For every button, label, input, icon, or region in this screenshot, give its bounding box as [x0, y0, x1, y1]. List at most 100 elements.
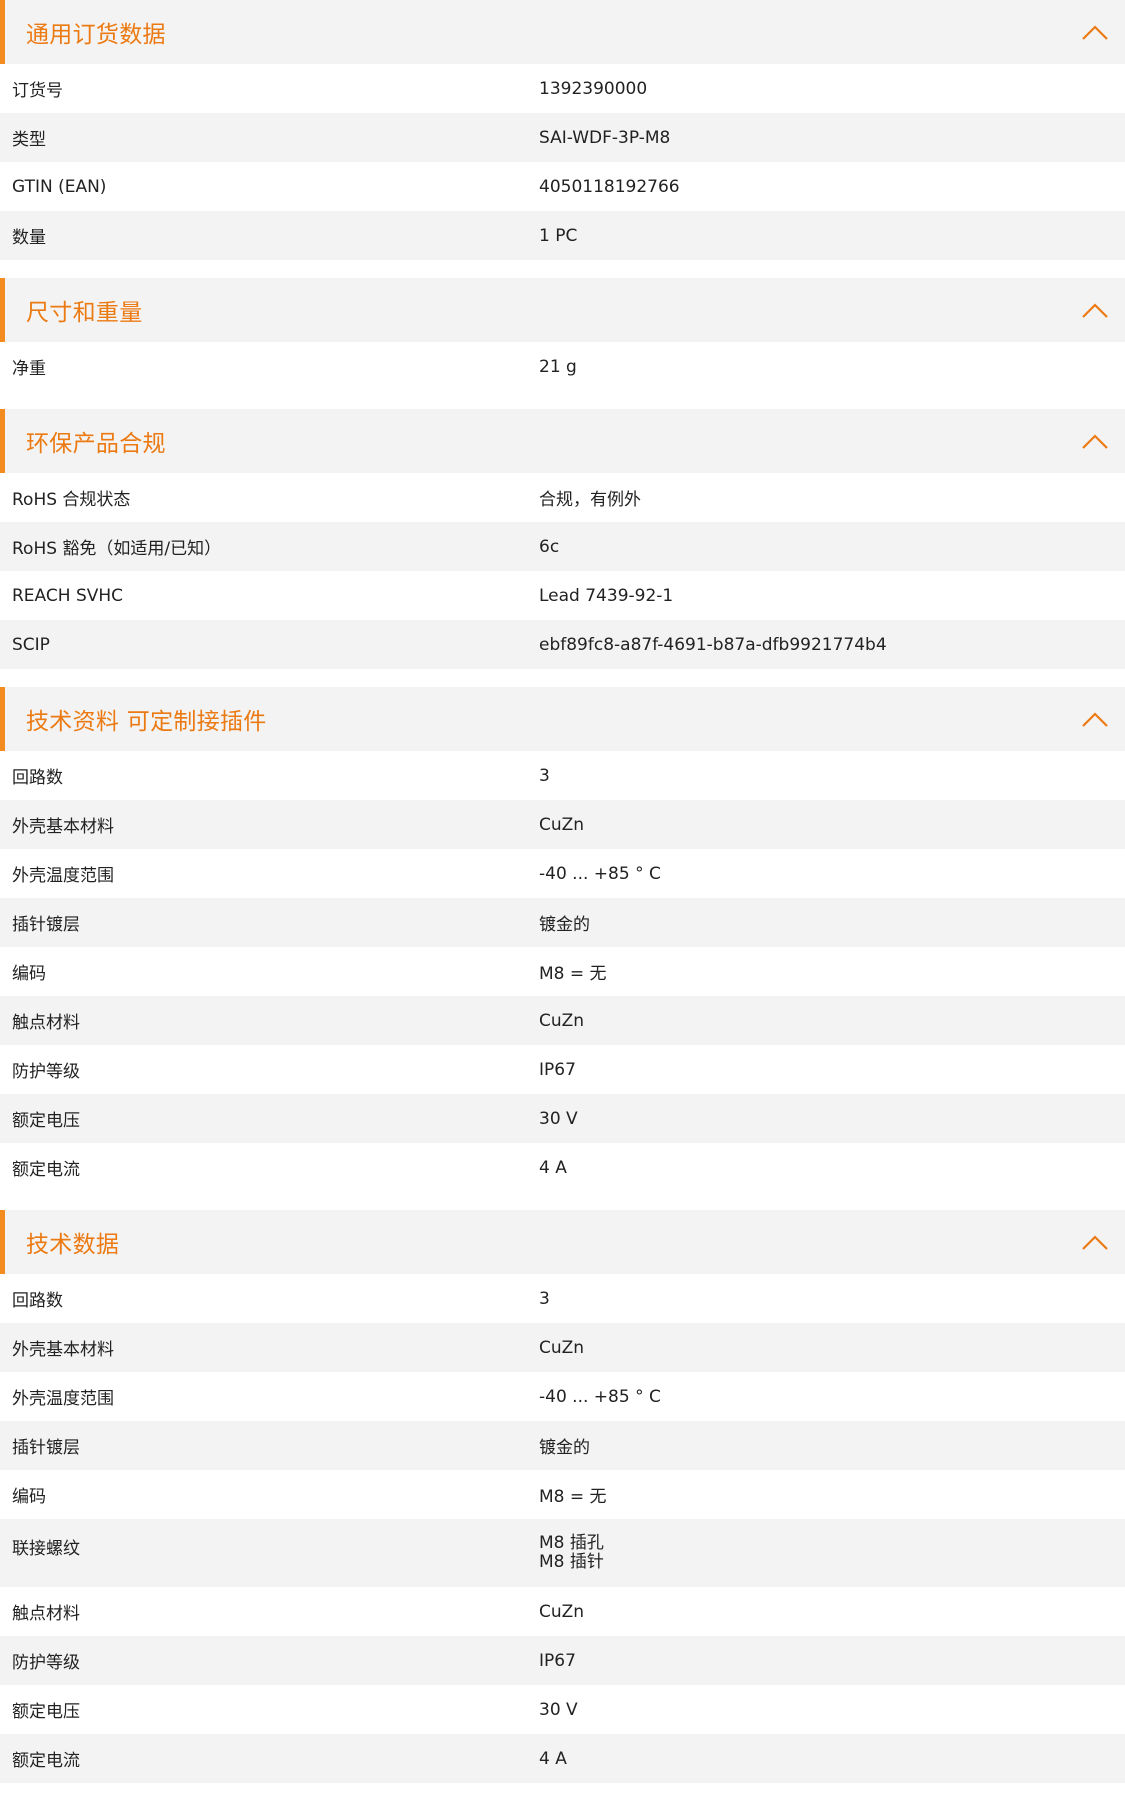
- section-dimensions-weight: 尺寸和重量 净重 21 g: [0, 278, 1125, 391]
- section-general-ordering: 通用订货数据 订货号 1392390000 类型 SAI-WDF-3P-M8 GTI…: [0, 0, 1125, 260]
- row-value: IP67: [539, 1059, 576, 1080]
- chevron-up-icon[interactable]: [1080, 23, 1110, 41]
- row-value: 4 A: [539, 1748, 567, 1769]
- row-label: 外壳基本材料: [12, 1340, 114, 1360]
- section-header[interactable]: 尺寸和重量: [0, 278, 1125, 342]
- row-value: 4050118192766: [539, 176, 680, 197]
- table-row: 防护等级 IP67: [0, 1636, 1125, 1685]
- table-row: 插针镀层 镀金的: [0, 1421, 1125, 1470]
- row-label: REACH SVHC: [12, 585, 124, 606]
- row-value: 3: [539, 1288, 550, 1309]
- table-row: GTIN (EAN) 4050118192766: [0, 162, 1125, 211]
- section-header[interactable]: 技术资料 可定制接插件: [0, 687, 1125, 751]
- row-value-line: M8 插孔: [539, 1533, 604, 1553]
- table-row: 额定电流 4 A: [0, 1143, 1125, 1192]
- chevron-up-icon[interactable]: [1080, 432, 1110, 450]
- table-row: 类型 SAI-WDF-3P-M8: [0, 113, 1125, 162]
- row-value-multiline: M8 插孔 M8 插针: [539, 1534, 1125, 1572]
- row-label: 订货号: [12, 81, 63, 101]
- row-value: 镀金的: [539, 915, 590, 935]
- row-label: 防护等级: [12, 1653, 80, 1673]
- row-label: 额定电流: [12, 1160, 80, 1180]
- table-row: 编码 M8 = 无: [0, 947, 1125, 996]
- row-value: CuZn: [539, 1601, 585, 1622]
- table-row: RoHS 合规状态 合规，有例外: [0, 473, 1125, 522]
- row-value: CuZn: [539, 1337, 585, 1358]
- section-title: 技术数据: [26, 1232, 120, 1258]
- row-label: 触点材料: [12, 1604, 80, 1624]
- row-label: 回路数: [12, 1291, 63, 1311]
- row-value: 30 V: [539, 1699, 578, 1720]
- row-label: 插针镀层: [12, 915, 80, 935]
- table-row: SCIP ebf89fc8-a87f-4691-b87a-dfb9921774b4: [0, 620, 1125, 669]
- row-label: 外壳基本材料: [12, 817, 114, 837]
- row-label: 额定电压: [12, 1702, 80, 1722]
- table-row: 插针镀层 镀金的: [0, 898, 1125, 947]
- row-value: 合规，有例外: [539, 490, 641, 510]
- table-row: 外壳温度范围 -40 ... +85 ° C: [0, 1372, 1125, 1421]
- table-row: 额定电流 4 A: [0, 1734, 1125, 1783]
- table-row: 回路数 3: [0, 751, 1125, 800]
- table-row: 外壳基本材料 CuZn: [0, 1323, 1125, 1372]
- row-value: M8 = 无: [539, 964, 607, 984]
- row-label: 触点材料: [12, 1013, 80, 1033]
- row-value: CuZn: [539, 1010, 585, 1031]
- row-label: 类型: [12, 130, 46, 150]
- section-title: 尺寸和重量: [26, 300, 143, 326]
- table-row: 联接螺纹 M8 插孔 M8 插针: [0, 1519, 1125, 1587]
- row-value: -40 ... +85 ° C: [539, 1386, 661, 1407]
- table-row: 额定电压 30 V: [0, 1094, 1125, 1143]
- table-row: 数量 1 PC: [0, 211, 1125, 260]
- table-row: 编码 M8 = 无: [0, 1470, 1125, 1519]
- row-value: M8 = 无: [539, 1487, 607, 1507]
- section-environmental-compliance: 环保产品合规 RoHS 合规状态 合规，有例外 RoHS 豁免（如适用/已知） 6c…: [0, 409, 1125, 669]
- chevron-up-icon[interactable]: [1080, 1233, 1110, 1251]
- section-technical-custom-connector: 技术资料 可定制接插件 回路数 3 外壳基本材料 CuZn 外壳温度范围 -40 ..…: [0, 687, 1125, 1192]
- row-label: 回路数: [12, 768, 63, 788]
- row-label: 净重: [12, 359, 46, 379]
- row-value: IP67: [539, 1650, 576, 1671]
- table-row: 回路数 3: [0, 1274, 1125, 1323]
- row-label: 额定电流: [12, 1751, 80, 1771]
- row-label: 外壳温度范围: [12, 1389, 114, 1409]
- section-header[interactable]: 技术数据: [0, 1210, 1125, 1274]
- row-label: RoHS 豁免（如适用/已知）: [12, 539, 222, 559]
- row-value: 30 V: [539, 1108, 578, 1129]
- row-value: SAI-WDF-3P-M8: [539, 127, 671, 148]
- row-label: 外壳温度范围: [12, 866, 114, 886]
- row-value: 1392390000: [539, 78, 648, 99]
- row-label: 防护等级: [12, 1062, 80, 1082]
- table-row: RoHS 豁免（如适用/已知） 6c: [0, 522, 1125, 571]
- row-label: 编码: [12, 1487, 46, 1507]
- row-label: 联接螺纹: [12, 1539, 80, 1559]
- table-row: 外壳温度范围 -40 ... +85 ° C: [0, 849, 1125, 898]
- row-value: -40 ... +85 ° C: [539, 863, 661, 884]
- chevron-up-icon[interactable]: [1080, 301, 1110, 319]
- row-value: CuZn: [539, 814, 585, 835]
- row-value: 1 PC: [539, 225, 578, 246]
- section-technical-data: 技术数据 回路数 3 外壳基本材料 CuZn 外壳温度范围 -40 ... +85 °…: [0, 1210, 1125, 1783]
- table-row: REACH SVHC Lead 7439-92-1: [0, 571, 1125, 620]
- product-spec-page: 通用订货数据 订货号 1392390000 类型 SAI-WDF-3P-M8 GTI…: [0, 0, 1125, 1820]
- row-label: 编码: [12, 964, 46, 984]
- row-value: 4 A: [539, 1157, 567, 1178]
- section-header[interactable]: 环保产品合规: [0, 409, 1125, 473]
- row-value: Lead 7439-92-1: [539, 585, 674, 606]
- table-row: 订货号 1392390000: [0, 64, 1125, 113]
- table-row: 触点材料 CuZn: [0, 996, 1125, 1045]
- section-title: 环保产品合规: [26, 431, 166, 457]
- chevron-up-icon[interactable]: [1080, 710, 1110, 728]
- section-header[interactable]: 通用订货数据: [0, 0, 1125, 64]
- row-value: 6c: [539, 536, 560, 557]
- row-value: ebf89fc8-a87f-4691-b87a-dfb9921774b4: [539, 634, 887, 655]
- table-row: 触点材料 CuZn: [0, 1587, 1125, 1636]
- row-label: 数量: [12, 228, 46, 248]
- row-label: 额定电压: [12, 1111, 80, 1131]
- table-row: 外壳基本材料 CuZn: [0, 800, 1125, 849]
- row-value-line: M8 插针: [539, 1552, 604, 1572]
- row-label: GTIN (EAN): [12, 176, 107, 197]
- section-title: 通用订货数据: [26, 22, 166, 48]
- row-label: RoHS 合规状态: [12, 490, 131, 510]
- row-value: 镀金的: [539, 1438, 590, 1458]
- section-title: 技术资料 可定制接插件: [26, 709, 267, 735]
